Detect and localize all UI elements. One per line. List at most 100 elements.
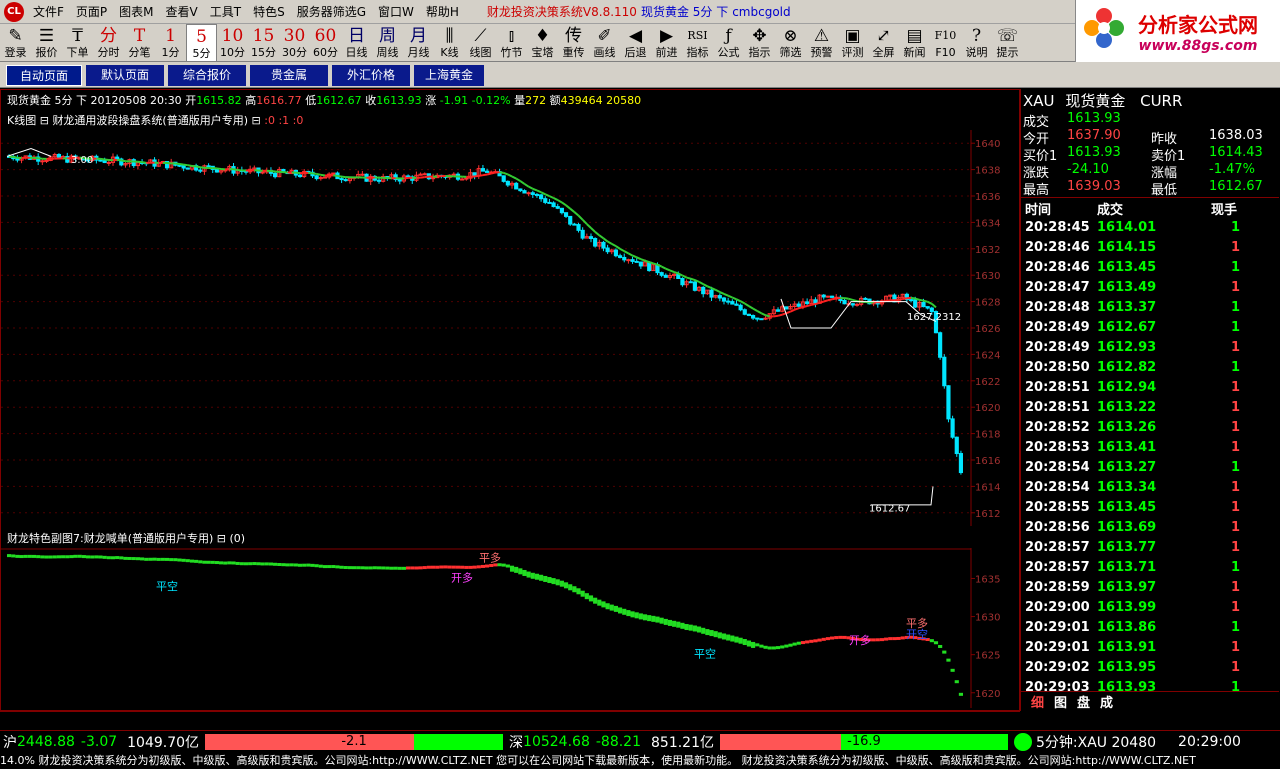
toolbar-btn-15[interactable]: ⟋ 线图: [465, 24, 496, 62]
tick-time: 20:28:56: [1025, 520, 1090, 535]
toolbar-btn-10[interactable]: 60 60分: [310, 24, 341, 62]
signal-bar: [85, 555, 91, 559]
signal-bar: [746, 640, 752, 647]
collapse-icon[interactable]: ⊟: [40, 114, 49, 127]
menu-file[interactable]: 文件F: [27, 0, 70, 24]
sub-indicator-name[interactable]: 财龙特色副图7:财龙喊单(普通版用户专用): [7, 532, 213, 545]
clock: 20:29:00: [1178, 733, 1241, 750]
menu-special[interactable]: 特色S: [247, 0, 291, 24]
signal-bar: [90, 555, 95, 559]
tab-shanghai-gold[interactable]: 上海黄金: [414, 65, 484, 86]
toolbar-btn-28[interactable]: ⤢ 全屏: [868, 24, 899, 62]
quote-chg: -24.10: [1067, 162, 1109, 177]
candle-body: [376, 179, 382, 182]
tab-book[interactable]: 盘: [1077, 692, 1090, 711]
toolbar-btn-9[interactable]: 30 30分: [279, 24, 310, 62]
toolbar-btn-3[interactable]: 分分时: [93, 24, 124, 62]
candle-body: [572, 223, 577, 226]
signal-bar: [659, 617, 664, 624]
candle-body: [530, 192, 535, 195]
toolbar-btn-12[interactable]: 周周线: [372, 24, 403, 62]
toolbar-btn-27[interactable]: ▣ 评测: [837, 24, 868, 62]
menu-view[interactable]: 查看V: [160, 0, 204, 24]
toolbar-btn-31[interactable]: ? 说明: [961, 24, 992, 62]
candle-body: [721, 297, 727, 302]
signal-bar: [381, 566, 386, 570]
toolbar-btn-14[interactable]: ⫼ K线: [434, 24, 465, 62]
toolbar-btn-2[interactable]: ₸ 下单: [62, 24, 93, 62]
toolbar-btn-4[interactable]: T 分笔: [124, 24, 155, 62]
chart-area[interactable]: 现货黄金 5分 下 20120508 20:30 开1615.82 高1616.…: [0, 89, 1020, 721]
tab-forex[interactable]: 外汇价格: [332, 65, 410, 86]
signal-bar: [555, 579, 560, 586]
toolbar-btn-17[interactable]: ♦ 宝塔: [527, 24, 558, 62]
tick-time: 20:29:01: [1025, 620, 1090, 635]
toolbar-btn-25[interactable]: ⊗ 筛选: [775, 24, 806, 62]
toolbar-btn-21[interactable]: ▶ 前进: [651, 24, 682, 62]
signal-bar: [231, 561, 236, 565]
news-ticker[interactable]: 14.0% 财龙投资决策系统分为初级版、中级版、高级版和贵宾版。公司网站:htt…: [0, 753, 1280, 769]
toolbar-btn-7[interactable]: 10 10分: [217, 24, 248, 62]
menu-tools[interactable]: 工具T: [204, 0, 247, 24]
toolbar-btn-24[interactable]: ✥ 指示: [744, 24, 775, 62]
tab-quotes[interactable]: 综合报价: [168, 65, 246, 86]
signal-chart[interactable]: 1635163016251620平空开多平多平空开多平多开空: [1, 548, 1019, 708]
kline-chart[interactable]: 1640 1638 1636 1634 1632 1630 1628 1626 1624 1622…: [1, 130, 1019, 526]
tick-volume: 1: [1231, 440, 1241, 455]
toolbar-btn-19[interactable]: ✐ 画线: [589, 24, 620, 62]
signal-bar: [630, 611, 635, 618]
toolbar-btn-8[interactable]: 15 15分: [248, 24, 279, 62]
tab-trades[interactable]: 成: [1100, 692, 1113, 711]
toolbar-btn-0[interactable]: ✎ 登录: [0, 24, 31, 62]
tab-detail[interactable]: 细: [1031, 692, 1044, 711]
toolbar-btn-23[interactable]: ƒ 公式: [713, 24, 744, 62]
indicator-name[interactable]: 财龙通用波段操盘系统(普通版用户专用): [52, 114, 248, 127]
toolbar-btn-13[interactable]: 月月线: [403, 24, 434, 62]
period-label: 5分钟:XAU 20480: [1036, 734, 1157, 751]
menu-chart[interactable]: 图表M: [113, 0, 159, 24]
toolbar-btn-29[interactable]: ▤ 新闻: [899, 24, 930, 62]
app-window: CL 文件F 页面P 图表M 查看V 工具T 特色S 服务器筛选G 窗口W 帮助…: [0, 0, 1280, 769]
toolbar-btn-18[interactable]: 传重传: [558, 24, 589, 62]
toolbar-btn-5[interactable]: 1 1分: [155, 24, 186, 62]
menu-window[interactable]: 窗口W: [372, 0, 420, 24]
toolbar-btn-1[interactable]: ☰ 报价: [31, 24, 62, 62]
candle-body: [954, 436, 959, 455]
tab-default-page[interactable]: 默认页面: [86, 65, 164, 86]
ma-segment: [736, 298, 742, 303]
collapse-icon-2[interactable]: ⊟: [252, 114, 261, 127]
toolbar-btn-26[interactable]: ⚠ 预警: [806, 24, 837, 62]
menu-page[interactable]: 页面P: [70, 0, 113, 24]
candle-body: [829, 295, 835, 298]
collapse-icon-3[interactable]: ⊟: [217, 532, 226, 545]
tab-auto-page[interactable]: 自动页面: [6, 65, 82, 86]
candle-body: [198, 169, 203, 172]
candle-body: [946, 385, 951, 420]
toolbar-btn-16[interactable]: ⫾ 竹节: [496, 24, 527, 62]
tick-volume: 1: [1231, 320, 1241, 335]
brand-url[interactable]: www.88gs.com: [1139, 38, 1258, 54]
tab-chart[interactable]: 图: [1054, 692, 1067, 711]
toolbar-btn-32[interactable]: ☏ 提示: [992, 24, 1023, 62]
tab-precious-metals[interactable]: 贵金属: [250, 65, 328, 86]
candle-body: [701, 286, 706, 295]
signal-bar: [676, 621, 681, 628]
candle-body: [942, 356, 947, 387]
app-logo-icon[interactable]: CL: [4, 1, 24, 22]
sh-chg: -3.07: [80, 733, 118, 750]
toolbar-label-32: 提示: [996, 46, 1019, 59]
ma-segment: [806, 303, 812, 307]
signal-bar: [809, 639, 814, 643]
menu-server-filter[interactable]: 服务器筛选G: [291, 0, 372, 24]
toolbar-btn-22[interactable]: RSI 指标: [682, 24, 713, 62]
ma-segment: [270, 169, 276, 173]
signal-bar: [900, 636, 905, 640]
toolbar-btn-6[interactable]: 5 5分: [186, 24, 217, 62]
toolbar-btn-30[interactable]: F10 F10: [930, 24, 961, 62]
tick-row: 20:29:01 1613.86 1: [1023, 620, 1279, 640]
toolbar-btn-20[interactable]: ◀ 后退: [620, 24, 651, 62]
signal-bar: [701, 627, 706, 634]
menu-help[interactable]: 帮助H: [420, 0, 465, 24]
connection-status-icon[interactable]: [1014, 732, 1032, 751]
toolbar-btn-11[interactable]: 日日线: [341, 24, 372, 62]
